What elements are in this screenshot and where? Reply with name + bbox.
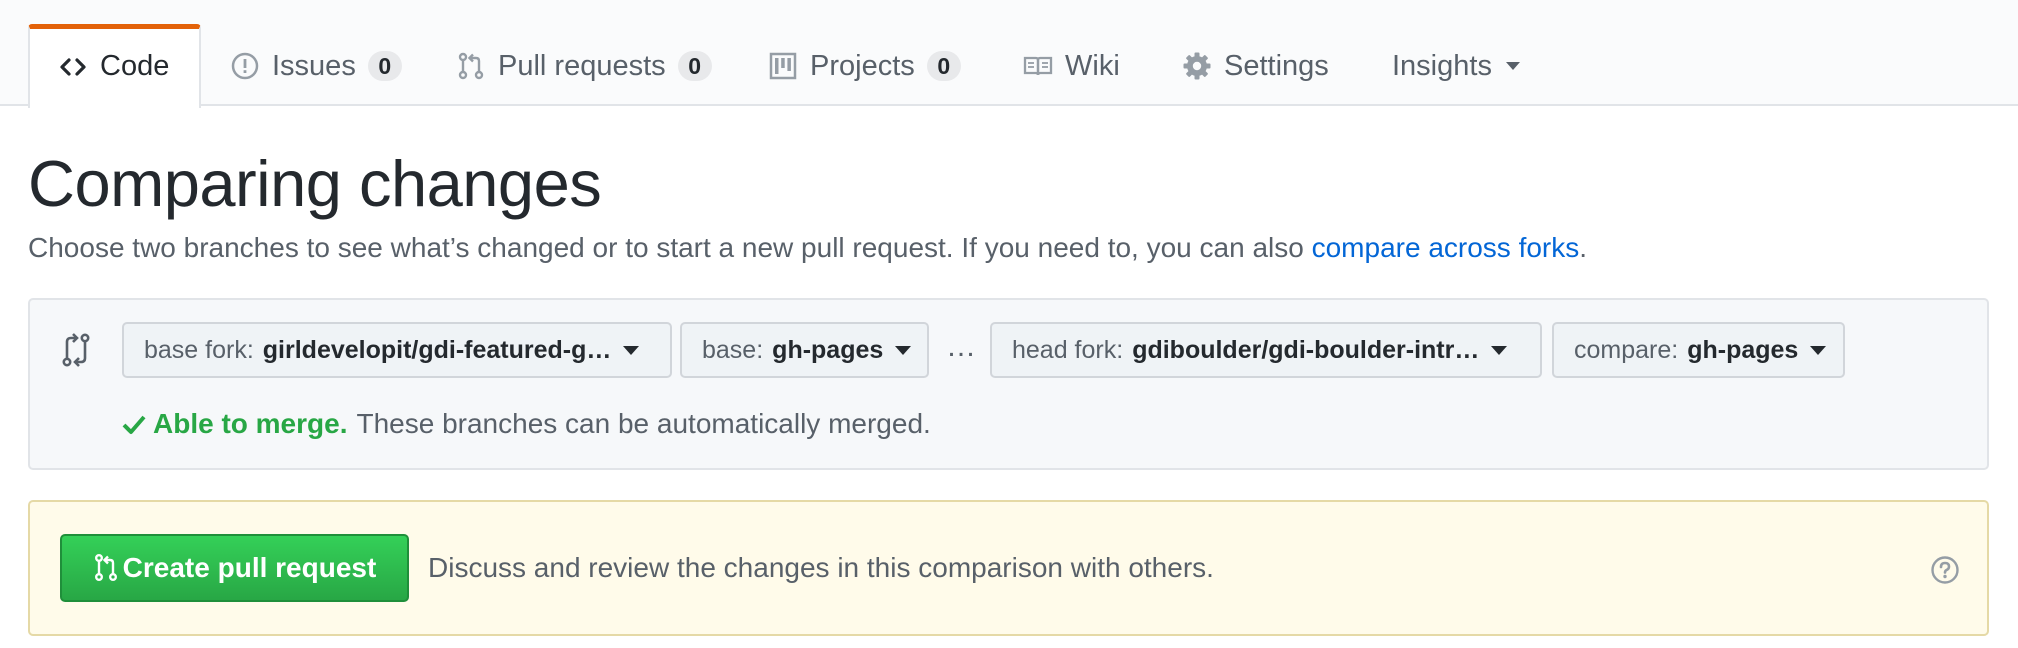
merge-status-label: Able to merge. bbox=[153, 408, 348, 439]
range-separator: … bbox=[946, 330, 977, 363]
tab-pull-requests[interactable]: Pull requests 0 bbox=[456, 24, 712, 108]
create-pr-description: Discuss and review the changes in this c… bbox=[428, 552, 1214, 583]
head-fork-value: gdiboulder/gdi-boulder-intr… bbox=[1132, 335, 1480, 364]
tab-projects[interactable]: Projects 0 bbox=[768, 24, 961, 108]
tab-label: Settings bbox=[1224, 49, 1329, 82]
subtitle-end: . bbox=[1579, 232, 1588, 263]
tab-issues[interactable]: Issues 0 bbox=[230, 24, 402, 108]
tab-insights[interactable]: Insights bbox=[1392, 24, 1520, 108]
tab-label: Insights bbox=[1392, 49, 1492, 82]
chevron-down-icon bbox=[1505, 62, 1520, 70]
create-pull-request-label: Create pull request bbox=[122, 552, 377, 583]
chevron-down-icon bbox=[1810, 345, 1827, 355]
git-compare-icon bbox=[62, 333, 90, 367]
pull-requests-counter: 0 bbox=[677, 51, 712, 81]
base-fork-value: girldevelopit/gdi-featured-g… bbox=[262, 335, 612, 364]
tab-label: Code bbox=[100, 50, 170, 82]
create-pr-panel: Create pull request Discuss and review t… bbox=[28, 500, 1989, 636]
tab-label: Pull requests bbox=[498, 49, 666, 82]
tab-settings[interactable]: Settings bbox=[1182, 24, 1329, 108]
issues-counter: 0 bbox=[367, 51, 402, 81]
gear-icon bbox=[1182, 51, 1212, 81]
range-editor: base fork: girldevelopit/gdi-featured-g…… bbox=[28, 298, 1989, 470]
question-icon[interactable] bbox=[1930, 555, 1960, 585]
project-icon bbox=[768, 51, 798, 81]
base-branch-select[interactable]: base: gh-pages bbox=[680, 322, 929, 378]
tab-label: Wiki bbox=[1065, 49, 1120, 82]
base-label: base: bbox=[702, 335, 764, 364]
page-title: Comparing changes bbox=[28, 147, 602, 220]
create-pull-request-button[interactable]: Create pull request bbox=[60, 534, 409, 602]
compare-across-forks-link[interactable]: compare across forks bbox=[1312, 232, 1580, 263]
compare-branch-select[interactable]: compare: gh-pages bbox=[1552, 322, 1845, 378]
repo-nav-tabs: Code Issues 0 Pull requests 0 Projects 0… bbox=[0, 0, 2018, 108]
tab-label: Projects bbox=[810, 49, 915, 82]
merge-status-message: These branches can be automatically merg… bbox=[356, 408, 931, 439]
compare-value: gh-pages bbox=[1687, 335, 1799, 364]
chevron-down-icon bbox=[623, 345, 640, 355]
merge-status: Able to merge. These branches can be aut… bbox=[121, 408, 931, 440]
chevron-down-icon bbox=[895, 345, 912, 355]
chevron-down-icon bbox=[1491, 345, 1508, 355]
page-subtitle: Choose two branches to see what’s change… bbox=[28, 232, 1587, 264]
base-fork-label: base fork: bbox=[144, 335, 254, 364]
head-fork-select[interactable]: head fork: gdiboulder/gdi-boulder-intr… bbox=[990, 322, 1542, 378]
git-pull-request-icon bbox=[94, 554, 117, 582]
base-fork-select[interactable]: base fork: girldevelopit/gdi-featured-g… bbox=[122, 322, 672, 378]
base-value: gh-pages bbox=[772, 335, 884, 364]
compare-label: compare: bbox=[1574, 335, 1679, 364]
tab-code[interactable]: Code bbox=[28, 24, 202, 108]
book-icon bbox=[1023, 51, 1053, 81]
projects-counter: 0 bbox=[926, 51, 961, 81]
tab-wiki[interactable]: Wiki bbox=[1023, 24, 1120, 108]
code-icon bbox=[58, 52, 88, 82]
subtitle-text: Choose two branches to see what’s change… bbox=[28, 232, 1312, 263]
tab-label: Issues bbox=[272, 49, 356, 82]
head-fork-label: head fork: bbox=[1012, 335, 1124, 364]
check-icon bbox=[122, 415, 146, 434]
git-pull-request-icon bbox=[456, 51, 486, 81]
issue-icon bbox=[230, 51, 260, 81]
